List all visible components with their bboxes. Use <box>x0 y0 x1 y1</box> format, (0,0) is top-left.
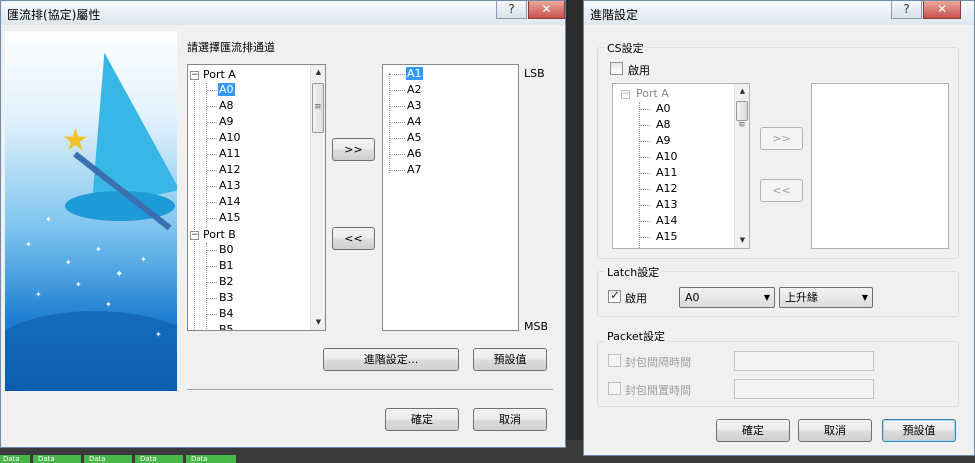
selected-item[interactable]: A5 <box>406 131 423 145</box>
dropdown-arrow-icon: ▼ <box>861 293 868 302</box>
latch-group-label: Latch設定 <box>605 264 662 280</box>
selected-item[interactable]: A4 <box>406 115 423 129</box>
scroll-up-icon[interactable]: ▲ <box>735 84 749 99</box>
latch-channel-select[interactable]: A0 ▼ <box>679 287 775 308</box>
taskbar-tab[interactable]: Data <box>0 455 30 463</box>
ok-button[interactable]: 確定 <box>385 408 459 431</box>
separator <box>187 389 553 391</box>
tree-item[interactable]: A8 <box>218 99 235 113</box>
help-button[interactable]: ? <box>891 1 922 19</box>
tree-item[interactable]: B3 <box>218 291 235 305</box>
cs-remove-button[interactable]: << <box>760 179 803 202</box>
tree-item[interactable]: B5 <box>218 323 235 330</box>
cs-enable-label: 啟用 <box>628 64 650 77</box>
channel-section-label: 請選擇匯流排通道 <box>187 41 275 54</box>
close-button[interactable]: ✕ <box>923 1 961 19</box>
cs-selected-list[interactable] <box>811 83 949 249</box>
taskbar-tab[interactable]: Data <box>135 455 183 463</box>
close-button[interactable]: ✕ <box>528 1 565 19</box>
msb-label: MSB <box>524 320 549 333</box>
help-button[interactable]: ? <box>496 1 527 19</box>
ok-button[interactable]: 確定 <box>716 419 790 442</box>
scroll-down-icon[interactable]: ▼ <box>311 315 325 330</box>
bus-properties-dialog: 匯流排(協定)屬性 ? ✕ ★ ✦ ✦ ✦ ✦ ✦ ✦ ✦ ✦ ✦ ✦ 請選擇匯… <box>0 0 566 448</box>
tree-item[interactable]: B1 <box>218 259 235 273</box>
tree-node-port-b[interactable]: Port B <box>202 228 237 242</box>
wizard-banner-image: ★ ✦ ✦ ✦ ✦ ✦ ✦ ✦ ✦ ✦ ✦ <box>5 31 177 391</box>
cs-enable-checkbox[interactable] <box>610 62 623 75</box>
scroll-down-icon[interactable]: ▼ <box>735 233 749 248</box>
title-bar: 匯流排(協定)屬性 ? ✕ <box>1 1 565 25</box>
taskbar-tabs: Data Data Data Data Data <box>0 455 240 463</box>
tree-item[interactable]: B0 <box>218 243 235 257</box>
taskbar-tab[interactable]: Data <box>33 455 81 463</box>
selected-item[interactable]: A1 <box>406 67 423 81</box>
collapse-port-a-icon[interactable]: − <box>190 71 199 80</box>
cancel-button[interactable]: 取消 <box>798 419 872 442</box>
packet-interval-checkbox[interactable] <box>608 354 621 367</box>
tree-item[interactable]: B2 <box>218 275 235 289</box>
cs-channel-tree[interactable]: − Port A A0 A8 A9 A10 A11 A12 A13 A14 A1… <box>612 83 750 249</box>
window-title: 進階設定 <box>590 8 639 22</box>
star-icon: ★ <box>62 123 89 158</box>
taskbar-tab[interactable]: Data <box>84 455 132 463</box>
tree-item[interactable]: A9 <box>655 134 672 148</box>
tree-item[interactable]: A10 <box>218 131 242 145</box>
taskbar-tab[interactable]: Data <box>186 455 236 463</box>
latch-edge-select[interactable]: 上升緣 ▼ <box>779 287 873 308</box>
tree-item[interactable]: A12 <box>655 182 679 196</box>
packet-idle-input[interactable] <box>734 379 874 399</box>
selected-item[interactable]: A2 <box>406 83 423 97</box>
selected-item[interactable]: A7 <box>406 163 423 177</box>
tree-item[interactable]: A12 <box>218 163 242 177</box>
collapse-port-a-icon[interactable]: − <box>621 90 630 99</box>
tree-item[interactable]: A14 <box>655 214 679 228</box>
tree-node-port-a[interactable]: Port A <box>635 87 670 101</box>
tree-item[interactable]: A9 <box>218 115 235 129</box>
tree-item[interactable]: B4 <box>218 307 235 321</box>
scroll-thumb[interactable] <box>736 101 748 130</box>
packet-idle-label: 封包閒置時間 <box>625 384 691 397</box>
packet-idle-checkbox[interactable] <box>608 382 621 395</box>
default-button[interactable]: 預設值 <box>473 348 547 371</box>
add-channel-button[interactable]: >> <box>332 138 375 161</box>
advanced-settings-button[interactable]: 進階設定... <box>323 348 459 371</box>
tree-item[interactable]: A11 <box>655 166 679 180</box>
tree-item[interactable]: A0 <box>655 102 672 116</box>
selected-channels-list[interactable]: A1 A2 A3 A4 A5 A6 A7 <box>382 64 519 331</box>
tree-item[interactable]: A8 <box>655 118 672 132</box>
tree-node-port-a[interactable]: Port A <box>202 68 237 82</box>
packet-interval-label: 封包間隔時間 <box>625 356 691 369</box>
title-bar: 進階設定 ? ✕ <box>584 1 974 25</box>
latch-enable-label: 啟用 <box>625 292 647 305</box>
collapse-port-b-icon[interactable]: − <box>190 231 199 240</box>
tree-scrollbar[interactable]: ▲ ▼ <box>734 84 749 248</box>
selected-item[interactable]: A6 <box>406 147 423 161</box>
scroll-up-icon[interactable]: ▲ <box>311 65 325 80</box>
tree-item[interactable]: A0 <box>218 83 235 97</box>
advanced-settings-dialog: 進階設定 ? ✕ CS設定 啟用 − Port A A0 A8 A9 A10 A… <box>583 0 975 456</box>
selected-item[interactable]: A3 <box>406 99 423 113</box>
remove-channel-button[interactable]: << <box>332 227 375 250</box>
default-button[interactable]: 預設值 <box>882 419 956 442</box>
cs-add-button[interactable]: >> <box>760 127 803 150</box>
latch-enable-checkbox[interactable] <box>608 288 621 303</box>
available-channels-tree[interactable]: − Port A A0 A8 A9 A10 A11 A12 A13 A14 A1… <box>187 64 326 331</box>
cancel-button[interactable]: 取消 <box>473 408 547 431</box>
lsb-label: LSB <box>524 67 545 80</box>
tree-item[interactable]: A13 <box>218 179 242 193</box>
cs-group-label: CS設定 <box>605 40 646 56</box>
tree-scrollbar[interactable]: ▲ ▼ <box>310 65 325 330</box>
scroll-thumb[interactable] <box>312 83 324 133</box>
tree-item[interactable]: A15 <box>218 211 242 225</box>
tree-item[interactable]: A14 <box>218 195 242 209</box>
tree-item[interactable]: A15 <box>655 230 679 244</box>
window-title: 匯流排(協定)屬性 <box>7 8 101 22</box>
dropdown-arrow-icon: ▼ <box>763 293 770 302</box>
packet-interval-input[interactable] <box>734 351 874 371</box>
tree-item[interactable]: A10 <box>655 150 679 164</box>
tree-item[interactable]: A11 <box>218 147 242 161</box>
tree-item[interactable]: A13 <box>655 198 679 212</box>
packet-group-label: Packet設定 <box>605 328 667 344</box>
